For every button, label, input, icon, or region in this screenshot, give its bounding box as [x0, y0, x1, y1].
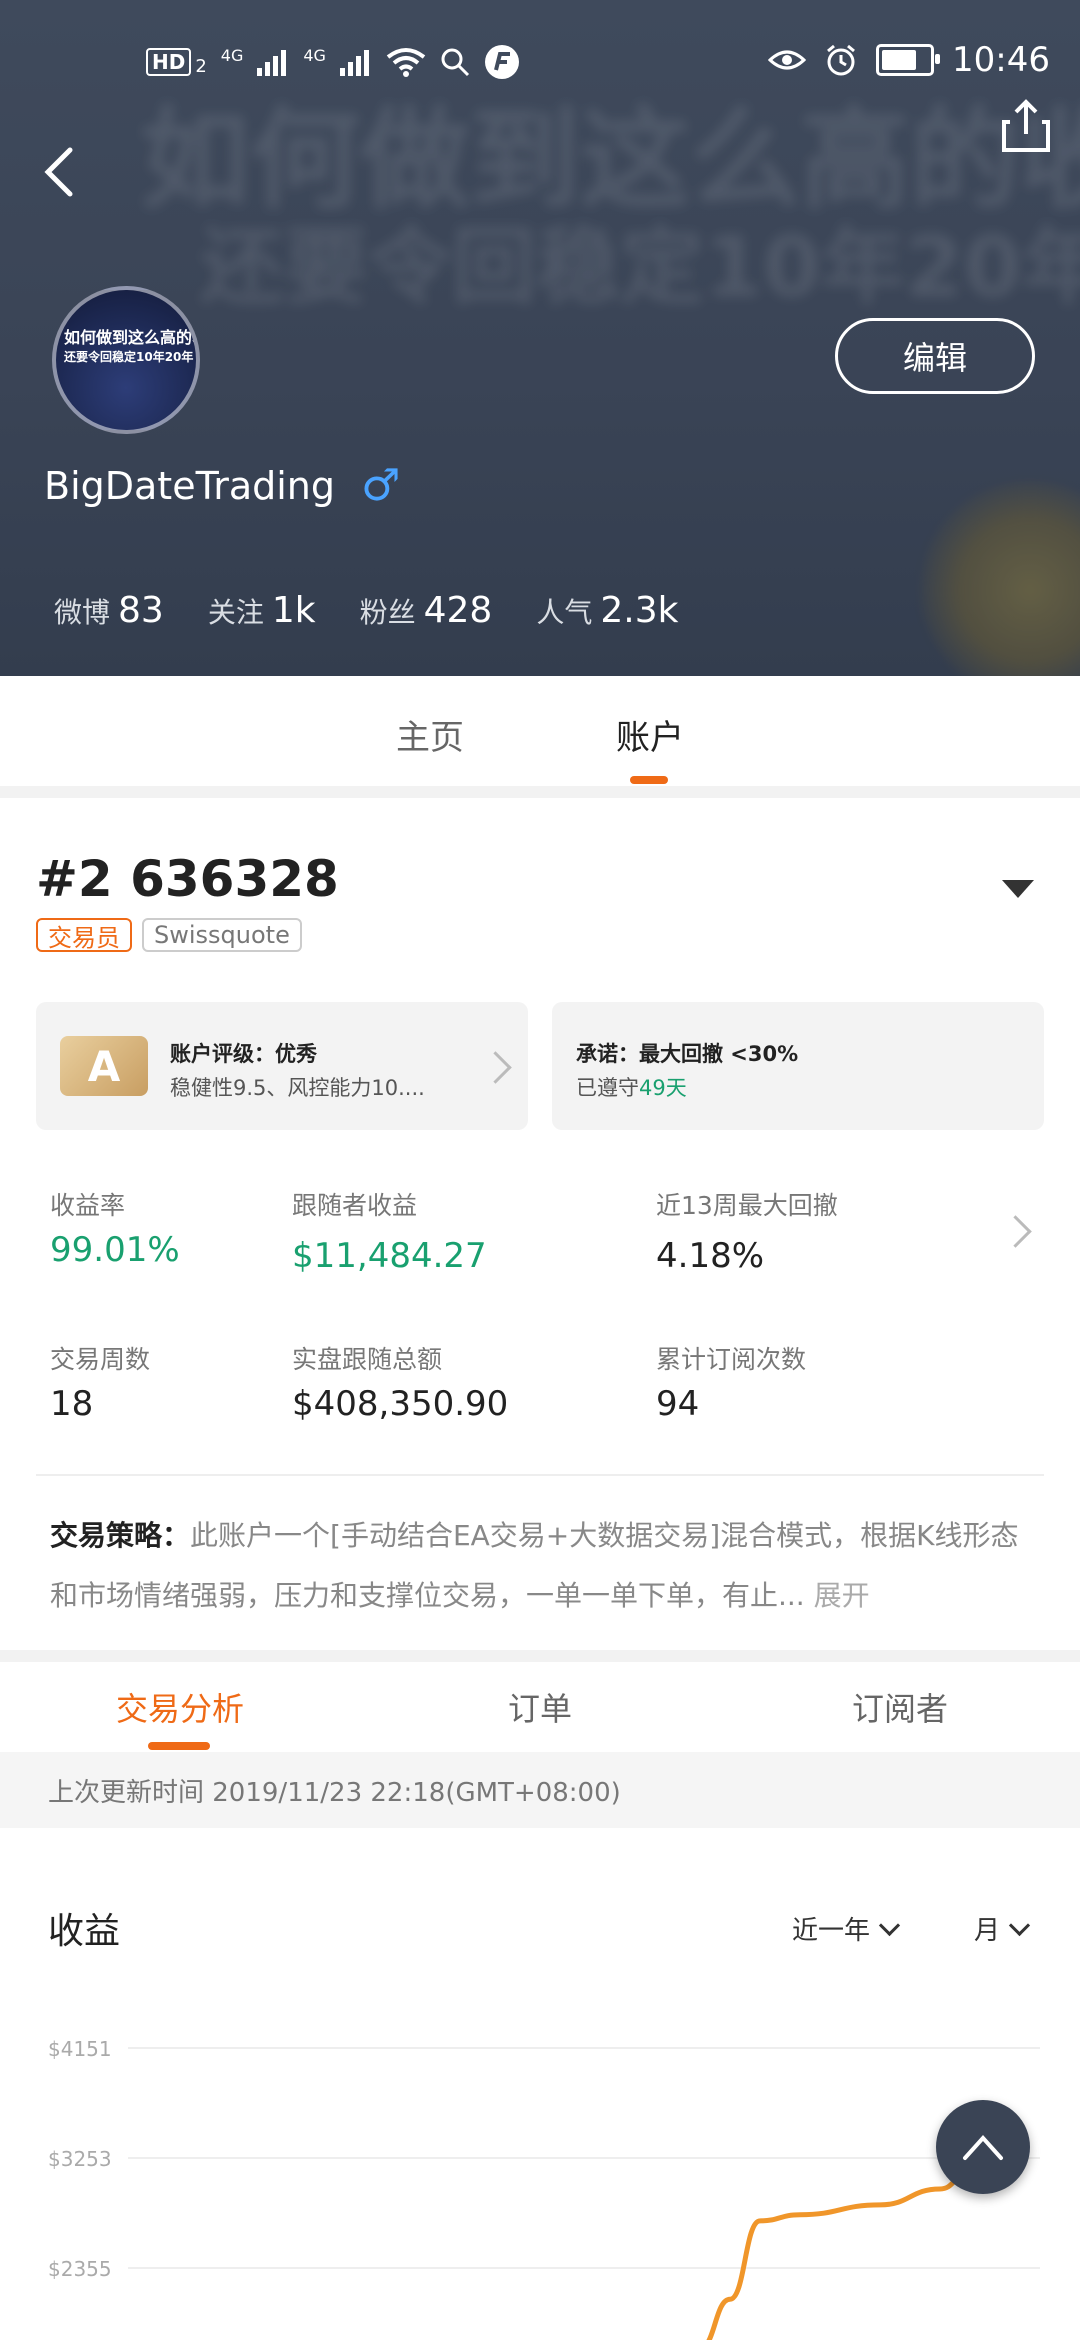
chart-title: 收益	[48, 1911, 121, 1952]
trader-tag: 交易员	[36, 918, 132, 952]
chevron-down-icon	[1008, 1914, 1031, 1937]
rating-badge: A	[60, 1036, 148, 1096]
chevron-up-icon	[963, 2135, 1003, 2160]
stat-label: 粉丝	[359, 596, 416, 629]
analysis-tabs: 交易分析 订单 订阅者	[0, 1662, 1080, 1750]
chevron-down-icon	[878, 1914, 901, 1937]
account-title: #2 636328	[36, 850, 339, 908]
divider	[36, 1474, 1044, 1476]
rating-card[interactable]: A 账户评级：优秀 稳健性9.5、风控能力10....	[36, 1002, 528, 1130]
promise-status: 已遵守49天	[576, 1072, 687, 1102]
metrics-chevron-right-icon[interactable]	[999, 1215, 1032, 1248]
banner-text-2: 还要令回稳定10年20年	[200, 218, 1080, 316]
stat-value: 428	[423, 590, 493, 631]
metric-label-subscriptions: 累计订阅次数	[656, 1345, 807, 1374]
strategy-label: 交易策略：	[50, 1519, 191, 1552]
period-select[interactable]: 月	[974, 1910, 1031, 1947]
broker-tag: Swissquote	[142, 918, 302, 952]
signal-icon-2	[339, 50, 369, 76]
network-4g-label: 4G	[220, 45, 244, 65]
avatar-text-2: 还要令回稳定10年20年	[64, 350, 194, 364]
rating-desc: 稳健性9.5、风控能力10....	[170, 1076, 425, 1100]
metric-label-max-drawdown: 近13周最大回撤	[656, 1191, 838, 1220]
metric-value-follow-total: $408,350.90	[292, 1384, 509, 1424]
dropdown-caret-icon[interactable]	[1002, 880, 1034, 898]
battery-icon	[876, 44, 941, 76]
banner-decoration	[920, 480, 1080, 676]
y-tick-label: $2355	[48, 2257, 112, 2281]
range-select-value: 近一年	[792, 1916, 871, 1946]
share-icon[interactable]	[1000, 98, 1052, 154]
metric-label-follow-total: 实盘跟随总额	[292, 1345, 443, 1374]
avatar-text-1: 如何做到这么高的收	[64, 328, 200, 347]
metric-value-weeks: 18	[50, 1384, 94, 1424]
sim-label: 2	[195, 55, 207, 77]
stat-following[interactable]: 关注 1k	[208, 590, 316, 631]
strategy-body: 此账户一个[手动结合EA交易+大数据交易]混合模式，根据K线形态和市场情绪强弱，…	[50, 1519, 1019, 1612]
edit-button[interactable]: 编辑	[835, 318, 1035, 394]
tab-active-indicator	[630, 776, 668, 784]
stat-label: 微博	[54, 596, 111, 629]
section-separator	[0, 786, 1080, 798]
range-select[interactable]: 近一年	[792, 1910, 901, 1947]
alarm-icon	[827, 44, 855, 76]
network-4g-label-2: 4G	[303, 45, 326, 65]
promise-days: 49天	[639, 1076, 687, 1100]
back-arrow-icon[interactable]	[34, 140, 94, 200]
chevron-right-icon	[479, 1051, 512, 1084]
tab-home[interactable]: 主页	[396, 710, 464, 759]
stat-label: 关注	[207, 596, 264, 629]
male-gender-icon: ♂	[361, 460, 401, 511]
promise-title: 承诺：最大回撤 <30%	[576, 1042, 799, 1066]
metric-label-return: 收益率	[50, 1191, 126, 1220]
profile-header: 如何做到这么高的收 还要令回稳定10年20年 HD 2 4G 4G 10:46 …	[0, 0, 1080, 676]
tab-trade-analysis[interactable]: 交易分析	[116, 1684, 244, 1730]
promise-card: 承诺：最大回撤 <30% 已遵守49天	[552, 1002, 1044, 1130]
last-updated: 上次更新时间 2019/11/23 22:18(GMT+08:00)	[0, 1752, 1080, 1828]
signal-icon	[257, 50, 287, 76]
metric-label-weeks: 交易周数	[50, 1345, 151, 1374]
promise-prefix: 已遵守	[576, 1076, 639, 1100]
section-separator-2	[0, 1650, 1080, 1662]
stat-value: 83	[118, 590, 164, 631]
stat-value: 1k	[271, 590, 316, 631]
stat-label: 人气	[536, 596, 593, 629]
profile-stats: 微博 83 关注 1k 粉丝 428 人气 2.3k	[54, 590, 678, 631]
status-bar: HD 2 4G 4G 10:46	[0, 0, 1080, 130]
period-select-value: 月	[974, 1916, 1001, 1946]
username: BigDateTrading	[44, 463, 335, 508]
profit-chart: $4151 $3253 $2355	[48, 2037, 1040, 2340]
metric-value-return: 99.01%	[50, 1230, 180, 1270]
metric-value-follower-profit: $11,484.27	[292, 1236, 487, 1276]
rating-title: 账户评级：优秀	[170, 1042, 317, 1066]
y-tick-label: $4151	[48, 2037, 112, 2061]
metric-label-follower-profit: 跟随者收益	[292, 1191, 418, 1220]
tab-account[interactable]: 账户	[616, 710, 684, 759]
clock-time: 10:46	[952, 40, 1050, 80]
tab-subscribers[interactable]: 订阅者	[852, 1684, 948, 1730]
scroll-to-top-button[interactable]	[936, 2100, 1030, 2194]
tab-orders[interactable]: 订单	[508, 1684, 572, 1730]
y-tick-label: $3253	[48, 2147, 112, 2171]
stat-followers[interactable]: 粉丝 428	[360, 590, 493, 631]
wifi-icon	[386, 48, 426, 77]
expand-link[interactable]: 展开	[814, 1579, 870, 1612]
stat-value: 2.3k	[600, 590, 679, 631]
stat-popularity[interactable]: 人气 2.3k	[536, 590, 678, 631]
stat-weibo[interactable]: 微博 83	[54, 590, 164, 631]
strategy-text: 交易策略：此账户一个[手动结合EA交易+大数据交易]混合模式，根据K线形态和市场…	[50, 1506, 1034, 1626]
avatar[interactable]: 如何做到这么高的收 还要令回稳定10年20年	[52, 286, 200, 434]
username-row: BigDateTrading ♂	[44, 460, 400, 511]
series-line	[706, 2171, 971, 2340]
app-logo-icon	[484, 45, 519, 79]
main-tabs: 主页 账户	[0, 676, 1080, 786]
search-icon	[441, 48, 470, 77]
eye-icon	[768, 50, 807, 70]
subtab-active-indicator	[148, 1742, 210, 1750]
metric-value-max-drawdown: 4.18%	[656, 1236, 765, 1276]
hd-icon: HD	[146, 48, 192, 76]
metric-value-subscriptions: 94	[656, 1384, 700, 1424]
